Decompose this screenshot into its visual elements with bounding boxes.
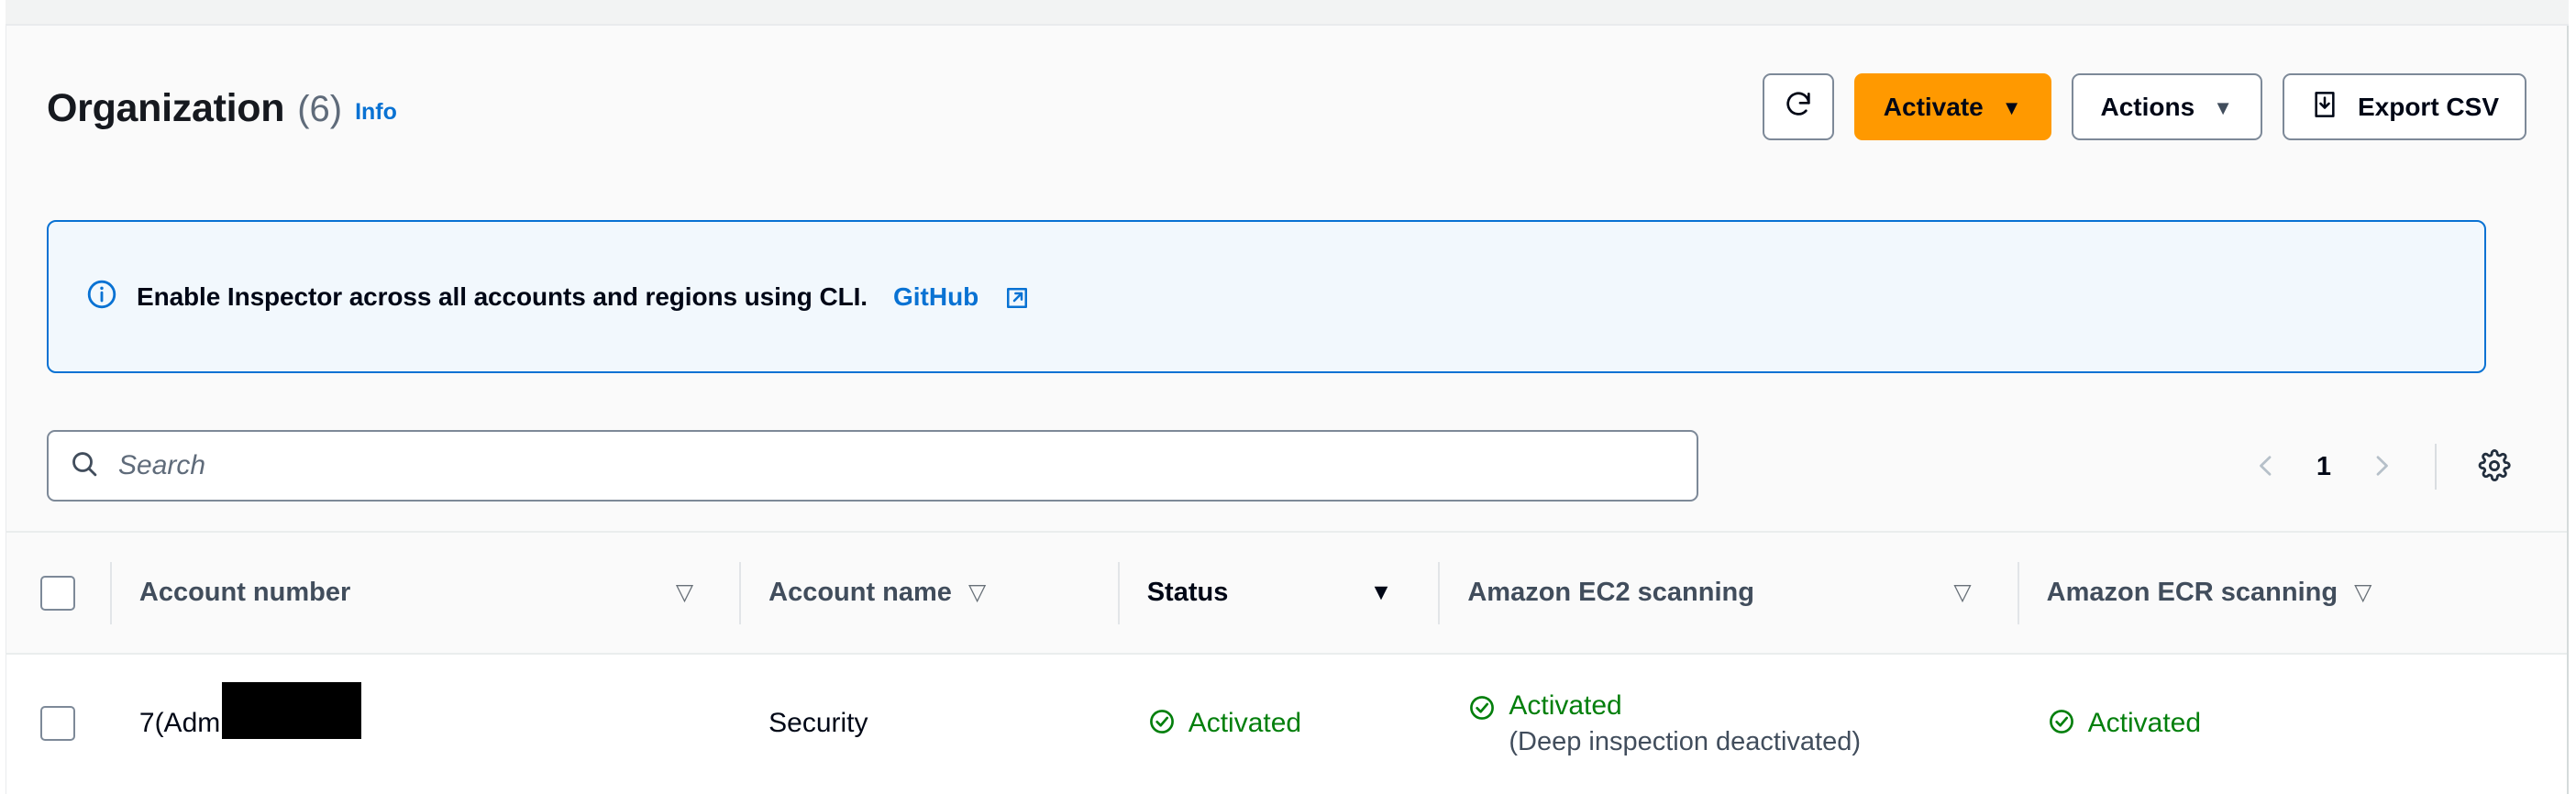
- cell-ec2-scanning: Activated (Deep inspection deactivated): [1438, 655, 2017, 792]
- column-header-label: Account number: [138, 578, 351, 607]
- chevron-left-icon: [2252, 452, 2280, 482]
- pagination-divider: [2435, 444, 2437, 490]
- header-bar: Organization (6) Info Activate ▼ Actions…: [47, 73, 2526, 145]
- organization-panel: Organization (6) Info Activate ▼ Actions…: [6, 26, 2569, 794]
- page-title-group: Organization (6) Info: [47, 86, 397, 131]
- export-csv-button[interactable]: Export CSV: [2282, 73, 2526, 140]
- sort-icon[interactable]: ▼: [1370, 581, 1424, 604]
- column-header-label: Account name: [768, 578, 952, 607]
- page-title-count: (6): [297, 89, 343, 129]
- table-tools: 1: [47, 430, 2548, 505]
- header-actions: Activate ▼ Actions ▼ Export CSV: [1762, 73, 2526, 140]
- column-header-label: Amazon EC2 scanning: [1467, 578, 1754, 607]
- sort-icon[interactable]: ▽: [968, 581, 986, 604]
- select-all-checkbox[interactable]: [40, 575, 76, 611]
- ecr-status-label: Activated: [2087, 708, 2202, 738]
- cell-ecr-scanning: Activated: [2018, 655, 2567, 792]
- info-banner-content: Enable Inspector across all accounts and…: [49, 278, 1031, 315]
- table-preferences-button[interactable]: [2464, 436, 2525, 497]
- status-label: Activated: [1188, 708, 1302, 738]
- info-circle-icon: [85, 278, 118, 315]
- pagination-next-button[interactable]: [2352, 437, 2411, 496]
- info-banner: Enable Inspector across all accounts and…: [47, 220, 2486, 373]
- pagination-prev-button[interactable]: [2237, 437, 2295, 496]
- sort-icon[interactable]: ▽: [1953, 581, 2002, 604]
- sort-icon[interactable]: ▽: [676, 581, 724, 604]
- status-badge: Activated: [1147, 707, 1301, 741]
- activate-button-label: Activate: [1883, 92, 1984, 121]
- row-checkbox[interactable]: [40, 706, 76, 741]
- status-success-icon: [2047, 707, 2076, 741]
- top-chrome-strip: [0, 0, 2576, 26]
- actions-button[interactable]: Actions ▼: [2071, 73, 2262, 140]
- info-link[interactable]: Info: [355, 99, 397, 126]
- table-row[interactable]: 7 (Administrator) Security Activate: [6, 655, 2567, 792]
- column-header-label: Status: [1146, 578, 1229, 607]
- external-link-icon[interactable]: [1003, 284, 1031, 316]
- pagination: 1: [2237, 434, 2525, 500]
- column-header-ecr-scanning[interactable]: Amazon ECR scanning ▽: [2018, 533, 2567, 653]
- github-link-label: GitHub: [892, 281, 979, 311]
- activate-button[interactable]: Activate ▼: [1853, 73, 2051, 140]
- cell-account-number: 7 (Administrator): [110, 655, 739, 792]
- search-input[interactable]: [118, 450, 1676, 481]
- search-icon: [69, 448, 100, 484]
- status-success-icon: [1147, 707, 1177, 741]
- account-name-value: Security: [768, 708, 868, 738]
- table-header-row: Account number ▽ Account name ▽ Status ▼…: [6, 533, 2567, 655]
- accounts-table: Account number ▽ Account name ▽ Status ▼…: [6, 533, 2567, 792]
- actions-button-label: Actions: [2100, 92, 2195, 121]
- top-strip-right-edge: [2569, 0, 2576, 26]
- ec2-status-stack: Activated (Deep inspection deactivated): [1509, 690, 1861, 757]
- account-number-prefix: 7: [138, 708, 155, 738]
- ecr-status-badge: Activated: [2047, 707, 2201, 741]
- ec2-status-badge: Activated (Deep inspection deactivated): [1467, 690, 1861, 757]
- info-banner-text: Enable Inspector across all accounts and…: [137, 281, 868, 311]
- column-header-label: Amazon ECR scanning: [2046, 578, 2338, 607]
- ec2-status-label: Activated: [1509, 689, 1622, 721]
- ec2-status-note: (Deep inspection deactivated): [1509, 726, 1862, 756]
- chevron-right-icon: [2368, 452, 2395, 482]
- sort-icon[interactable]: ▽: [2354, 581, 2371, 604]
- chevron-down-icon: ▼: [2001, 95, 2022, 119]
- column-header-status[interactable]: Status ▼: [1118, 533, 1439, 653]
- cell-account-name: Security: [739, 655, 1118, 792]
- column-header-ec2-scanning[interactable]: Amazon EC2 scanning ▽: [1438, 533, 2017, 653]
- search-container[interactable]: [47, 430, 1698, 502]
- status-success-icon: [1467, 693, 1497, 727]
- account-number-wrap: 7 (Administrator): [138, 682, 361, 739]
- panel-header-area: Organization (6) Info Activate ▼ Actions…: [6, 26, 2567, 533]
- refresh-icon: [1783, 88, 1814, 126]
- github-link[interactable]: GitHub: [893, 282, 978, 312]
- cell-status: Activated: [1118, 655, 1439, 792]
- row-select-cell: [6, 655, 110, 792]
- page-title: Organization: [47, 86, 285, 130]
- pagination-page-1[interactable]: 1: [2299, 452, 2349, 482]
- chevron-down-icon: ▼: [2213, 95, 2233, 119]
- redaction-bar: [221, 682, 361, 739]
- export-csv-label: Export CSV: [2357, 92, 2499, 121]
- refresh-button[interactable]: [1762, 73, 1834, 140]
- select-all-cell: [6, 533, 110, 653]
- gear-icon: [2478, 448, 2511, 485]
- top-strip-left-edge: [0, 0, 6, 26]
- column-header-account-number[interactable]: Account number ▽: [110, 533, 739, 653]
- download-csv-icon: [2310, 90, 2339, 126]
- column-header-account-name[interactable]: Account name ▽: [739, 533, 1118, 653]
